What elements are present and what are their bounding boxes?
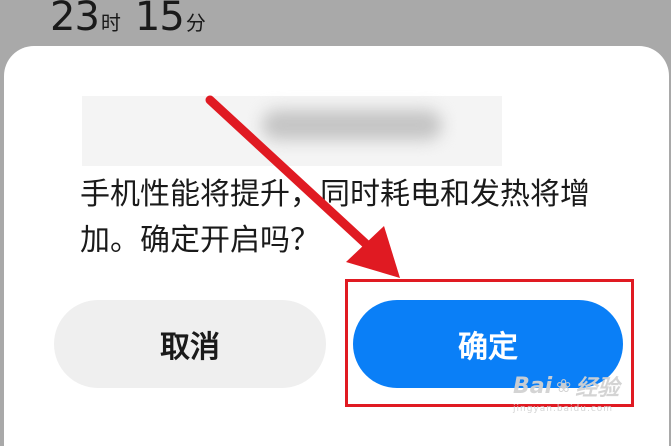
cancel-button[interactable]: 取消 — [54, 300, 326, 388]
watermark-brand: Bai — [513, 373, 553, 399]
status-minute-unit: 分 — [185, 11, 206, 35]
watermark-brand-suffix: 经验 — [575, 376, 620, 401]
status-hour: 23 — [50, 0, 100, 40]
dialog-message: 手机性能将提升，同时耗电和发热将增加。确定开启吗？ — [80, 177, 590, 258]
watermark-url: jingyan.baidu.com — [513, 404, 614, 414]
status-hour-unit: 时 — [100, 11, 121, 35]
blurred-dialog-title — [82, 96, 502, 166]
status-bar-time: 23 时 15 分 — [50, 0, 218, 40]
status-minute: 15 — [134, 0, 185, 40]
baidu-watermark: Bai ❀ 经验 jingyan.baidu.com — [513, 370, 663, 420]
paw-icon: ❀ — [556, 375, 572, 397]
